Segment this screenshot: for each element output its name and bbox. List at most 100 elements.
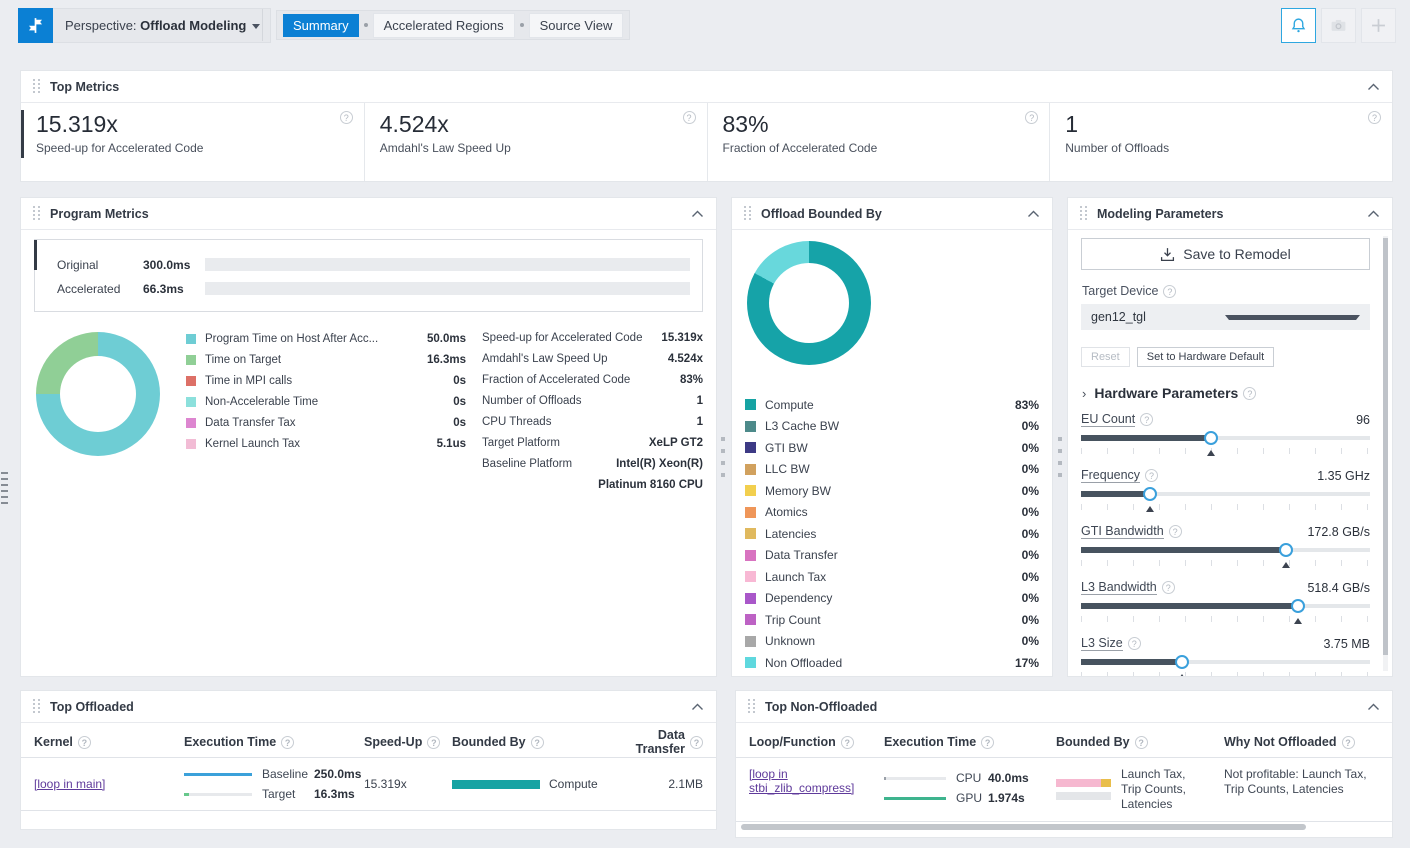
help-icon[interactable] [1128,637,1141,650]
set-hardware-default-button[interactable]: Set to Hardware Default [1137,347,1274,367]
help-icon[interactable] [683,111,696,124]
legend-swatch [186,418,196,428]
help-icon[interactable] [1145,469,1158,482]
drag-handle-icon[interactable] [748,699,756,714]
perspective-selector[interactable]: Perspective: Offload Modeling [18,8,271,43]
help-icon[interactable] [1368,111,1381,124]
legend-value: 5.1us [437,438,466,450]
target-device-value: gen12_tgl [1091,310,1219,324]
detail-value: 1 [561,412,703,433]
help-icon[interactable] [427,736,440,749]
notifications-button[interactable] [1281,8,1316,43]
loop-function-link[interactable]: [loop in stbi_zlib_compress] [749,767,854,795]
legend-swatch [745,657,756,668]
help-icon[interactable] [281,736,294,749]
tab-summary[interactable]: Summary [283,14,359,37]
legend-label: LLC BW [765,462,1014,476]
slider-track[interactable] [1081,543,1370,557]
scrollbar-thumb[interactable] [1383,238,1388,655]
help-icon[interactable] [78,736,91,749]
drag-handle-icon[interactable] [33,699,41,714]
help-icon[interactable] [1135,736,1148,749]
help-icon[interactable] [841,736,854,749]
drag-handle-icon[interactable] [744,206,752,221]
bar-track [205,282,690,295]
view-tabs: Summary Accelerated Regions Source View [276,10,630,40]
legend-value: 0s [453,417,466,429]
slider-label[interactable]: L3 Bandwidth [1081,580,1157,595]
legend-label: Latencies [765,527,1014,541]
detail-row: Speed-up for Accelerated Code15.319x [482,328,703,349]
collapse-chevron-icon[interactable] [1367,703,1380,711]
detail-row: CPU Threads1 [482,412,703,433]
slider-track[interactable] [1081,487,1370,501]
metric-value: 15.319x [36,111,350,138]
slider-label[interactable]: GTI Bandwidth [1081,524,1164,539]
expand-chevron-icon[interactable]: › [1082,386,1086,401]
snapshot-button[interactable] [1321,8,1356,43]
detail-label: Speed-up for Accelerated Code [482,328,642,349]
collapse-chevron-icon[interactable] [691,703,704,711]
tab-separator-dot [364,23,368,27]
horizontal-scrollbar-thumb[interactable] [741,824,1306,830]
cpu-bar [884,777,946,780]
slider-thumb[interactable] [1204,431,1218,445]
slider-thumb[interactable] [1143,487,1157,501]
help-icon[interactable] [1163,285,1176,298]
help-icon[interactable] [690,736,703,749]
save-to-remodel-button[interactable]: Save to Remodel [1081,238,1370,270]
drag-handle-icon[interactable] [1080,206,1088,221]
original-time-bar-row: Original 300.0ms [57,257,690,272]
slider-track[interactable] [1081,431,1370,445]
bar-label: Accelerated [57,282,143,296]
sidebar-drag-handle[interactable] [1,472,8,505]
drag-handle-icon[interactable] [33,79,41,94]
slider-thumb[interactable] [1291,599,1305,613]
help-icon[interactable] [1025,111,1038,124]
add-button[interactable] [1361,8,1396,43]
detail-row: Fraction of Accelerated Code83% [482,370,703,391]
panel-splitter-handle[interactable] [721,437,725,481]
metric-label: Number of Offloads [1065,141,1378,155]
kernel-link[interactable]: [loop in main] [34,777,105,791]
target-device-select[interactable]: gen12_tgl [1081,304,1370,330]
program-time-legend: Program Time on Host After Acc...50.0ms … [186,328,466,496]
tab-accelerated-regions[interactable]: Accelerated Regions [373,13,515,38]
help-icon[interactable] [1342,736,1355,749]
default-marker-icon [1146,506,1154,512]
legend-value: 0s [453,375,466,387]
slider-label[interactable]: Frequency [1081,468,1140,483]
slider-thumb[interactable] [1279,543,1293,557]
reset-button[interactable]: Reset [1081,347,1130,367]
collapse-chevron-icon[interactable] [1027,210,1040,218]
slider-track[interactable] [1081,599,1370,613]
help-icon[interactable] [1243,387,1256,400]
detail-row: Number of Offloads1 [482,391,703,412]
help-icon[interactable] [1162,581,1175,594]
column-header: Speed-Up [364,735,452,749]
save-button-label: Save to Remodel [1183,246,1290,262]
slider-label[interactable]: EU Count [1081,412,1135,427]
panel-title: Top Offloaded [50,700,691,714]
legend-item: Memory BW0% [745,480,1039,502]
slider-thumb[interactable] [1175,655,1189,669]
help-icon[interactable] [531,736,544,749]
vertical-scrollbar[interactable] [1383,236,1388,671]
column-header: Bounded By [1056,735,1224,749]
slider-ticks [1081,672,1370,677]
collapse-chevron-icon[interactable] [691,210,704,218]
drag-handle-icon[interactable] [33,206,41,221]
collapse-chevron-icon[interactable] [1367,83,1380,91]
collapse-chevron-icon[interactable] [1367,210,1380,218]
slider-label[interactable]: L3 Size [1081,636,1123,651]
help-icon[interactable] [1140,413,1153,426]
help-icon[interactable] [981,736,994,749]
legend-swatch [186,376,196,386]
help-icon[interactable] [1169,525,1182,538]
help-icon[interactable] [340,111,353,124]
tab-source-view[interactable]: Source View [529,13,624,38]
slider-track[interactable] [1081,655,1370,669]
column-header: Data Transfer [614,728,703,756]
panel-splitter-handle[interactable] [1058,437,1062,481]
bar-label: Original [57,258,143,272]
